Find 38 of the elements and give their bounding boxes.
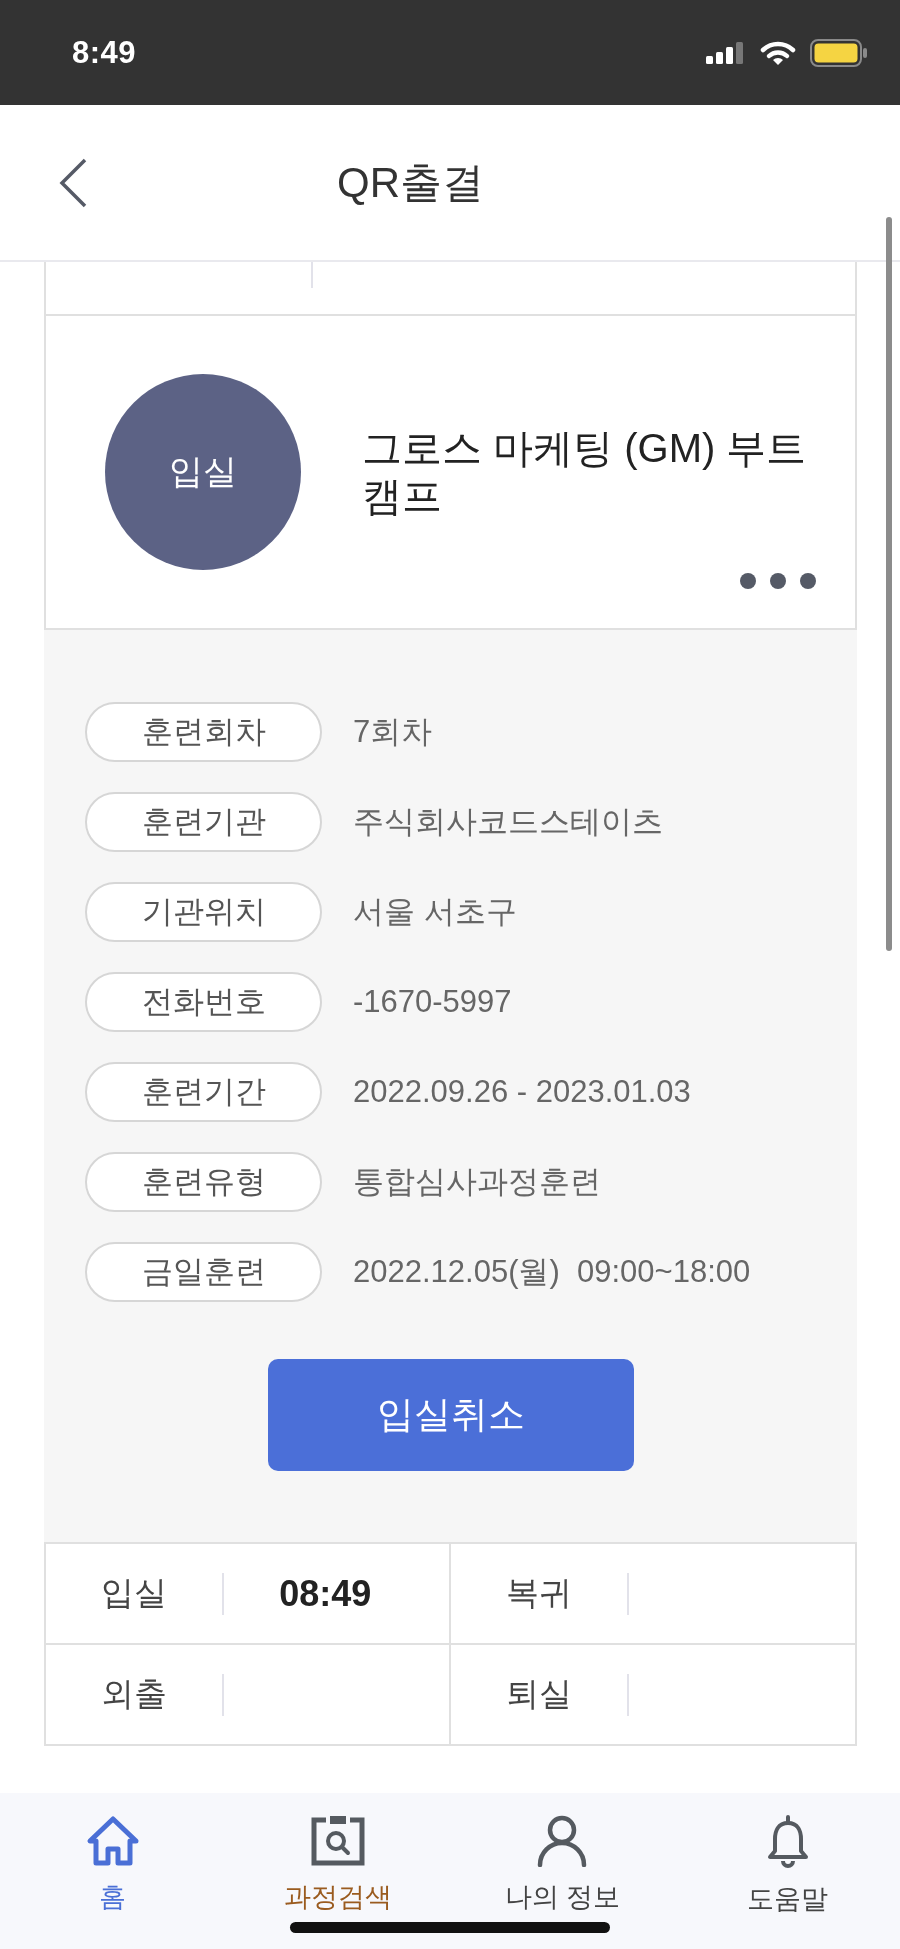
detail-value: -1670-5997	[353, 984, 512, 1020]
status-circle: 입실	[105, 374, 301, 570]
nav-tab[interactable]: 과정검색	[283, 1793, 392, 1915]
back-icon	[58, 156, 88, 209]
signal-icon	[706, 41, 746, 64]
status-time: 8:49	[72, 34, 137, 71]
detail-label: 훈련회차	[85, 702, 322, 762]
detail-value: 7회차	[353, 713, 433, 751]
page-title: QR출결	[337, 157, 484, 208]
cancel-entry-button[interactable]: 입실취소	[267, 1359, 634, 1471]
nav-tab[interactable]: 도움말	[747, 1793, 828, 1917]
attendance-time: 08:49	[279, 1572, 372, 1615]
detail-label: 전화번호	[85, 972, 322, 1032]
more-icon	[739, 572, 817, 590]
attendance-label: 퇴실	[505, 1674, 572, 1714]
more-button[interactable]	[739, 572, 817, 590]
search-document-icon	[309, 1815, 366, 1867]
person-icon	[536, 1815, 589, 1867]
detail-value: 서울 서초구	[353, 893, 517, 931]
detail-label: 금일훈련	[85, 1242, 322, 1302]
nav-tab[interactable]: 나의 정보	[504, 1793, 621, 1915]
detail-value: 2022.12.05(월) 09:00~18:00	[353, 1253, 751, 1291]
nav-tab[interactable]: 홈	[85, 1793, 140, 1915]
detail-value: 통합심사과정훈련	[353, 1163, 601, 1201]
detail-label: 훈련유형	[85, 1152, 322, 1212]
detail-label: 훈련기관	[85, 792, 322, 852]
course-title: 그로스 마케팅 (GM) 부트캠프	[362, 425, 808, 520]
attendance-label: 입실	[101, 1573, 167, 1613]
battery-icon	[810, 38, 868, 67]
detail-label: 기관위치	[85, 882, 322, 942]
detail-label: 훈련기간	[85, 1062, 322, 1122]
attendance-label: 외출	[101, 1674, 167, 1714]
back-button[interactable]	[58, 156, 88, 209]
attendance-label: 복귀	[505, 1573, 572, 1613]
detail-value: 주식회사코드스테이츠	[353, 803, 663, 841]
home-icon	[85, 1815, 140, 1867]
wifi-icon	[760, 39, 796, 66]
detail-value: 2022.09.26 - 2023.01.03	[353, 1074, 691, 1110]
